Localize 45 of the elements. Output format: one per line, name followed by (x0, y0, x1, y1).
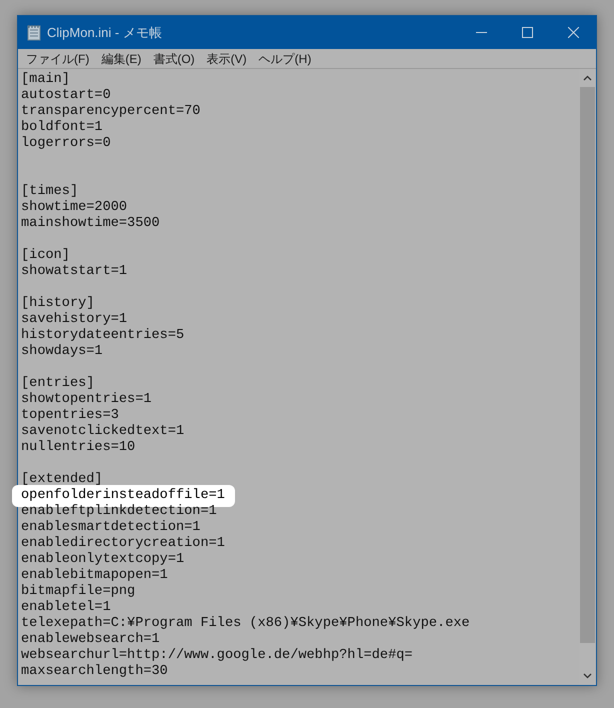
text-line: [main] (21, 72, 70, 87)
text-line: autostart=0 (21, 88, 111, 103)
text-line: bitmapfile=png (21, 584, 136, 599)
scroll-up-icon[interactable] (583, 75, 592, 81)
text-line: savenotclickedtext=1 (21, 424, 184, 439)
text-line: logerrors=0 (21, 136, 111, 151)
maximize-icon (522, 27, 532, 38)
text-line: showdays=1 (21, 344, 103, 359)
text-line: [extended] (21, 472, 103, 487)
scroll-down-icon[interactable] (583, 673, 592, 679)
vertical-scrollbar[interactable] (579, 69, 596, 685)
text-line: transparencypercent=70 (21, 104, 200, 119)
minimize-icon (476, 32, 486, 33)
close-icon (568, 27, 578, 38)
menu-item[interactable]: ヘルプ(H) (252, 50, 318, 68)
text-line: [entries] (21, 376, 94, 391)
text-line: enablebitmapopen=1 (21, 568, 168, 583)
text-line: telexepath=C:¥Program Files (x86)¥Skype¥Phone¥Skype.exe (21, 616, 470, 631)
window-title: ClipMon.ini - メモ帳 (47, 24, 162, 42)
text-line: [times] (21, 184, 78, 199)
text-line: showtopentries=1 (21, 392, 152, 407)
text-line: historydateentries=5 (21, 328, 184, 343)
menu-item[interactable]: 編集(E) (95, 50, 148, 68)
text-line: enableonlytextcopy=1 (21, 552, 184, 567)
text-line: enabletel=1 (21, 600, 111, 615)
text-line: showtime=2000 (21, 200, 128, 215)
scroll-thumb[interactable] (580, 87, 595, 643)
text-line: enabledirectorycreation=1 (21, 536, 225, 551)
menu-item[interactable]: 表示(V) (200, 50, 253, 68)
text-line: maxsearchlength=30 (21, 664, 168, 679)
text-line: enablesmartdetection=1 (21, 520, 200, 535)
notepad-icon (27, 24, 41, 41)
text-line: boldfont=1 (21, 120, 103, 135)
text-line: [history] (21, 296, 94, 311)
text-line: websearchurl=http://www.google.de/webhp?hl=de#q= (21, 648, 413, 663)
text-line: enablewebsearch=1 (21, 632, 160, 647)
text-line: mainshowtime=3500 (21, 216, 160, 231)
text-line: nullentries=10 (21, 440, 136, 455)
text-line: savehistory=1 (21, 312, 128, 327)
text-line: enableftplinkdetection=1 (21, 504, 217, 519)
text-line: topentries=3 (21, 408, 119, 423)
text-line: showatstart=1 (21, 264, 128, 279)
text-line: [icon] (21, 248, 70, 263)
menu-item[interactable]: 書式(O) (147, 50, 201, 68)
menu-item[interactable]: ファイル(F) (20, 50, 96, 68)
